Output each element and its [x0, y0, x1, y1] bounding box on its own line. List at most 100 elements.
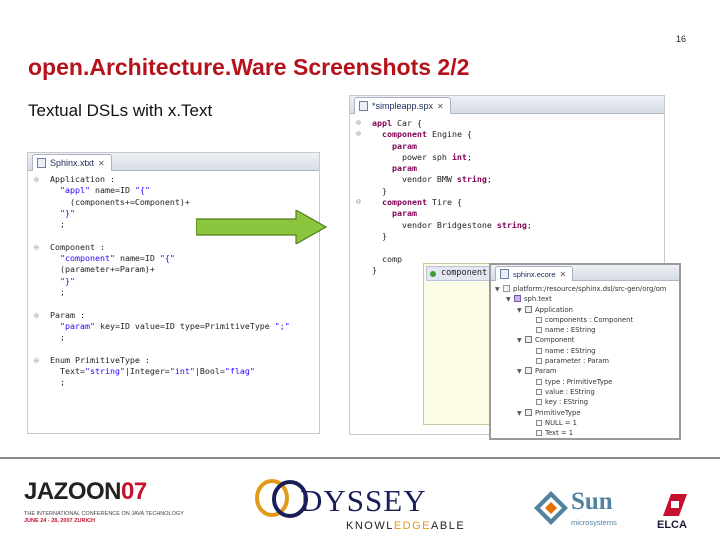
- tree-item[interactable]: components : Component: [491, 315, 679, 325]
- code-line[interactable]: component Engine {: [372, 129, 664, 140]
- fold-toggle-icon[interactable]: ⊖: [34, 242, 39, 253]
- tree-item-label: sph.text: [524, 295, 552, 304]
- odyssey-tagline-b: EDGE: [393, 520, 432, 532]
- tree-item-label: NULL = 1: [545, 418, 577, 427]
- elca-mark-icon: [663, 494, 687, 516]
- code-line[interactable]: param: [372, 163, 664, 174]
- tree-item[interactable]: ▼ PrimitiveType: [491, 408, 679, 418]
- tree-item[interactable]: ▼ sph.text: [491, 294, 679, 304]
- code-line[interactable]: "appl" name=ID "{": [50, 185, 319, 196]
- feat-node-icon: [536, 358, 542, 365]
- odyssey-tagline-c: ABLE: [431, 520, 466, 532]
- grammar-editor[interactable]: Sphinx.xtxt ✕ Application : ⊖ "appl" name…: [27, 152, 320, 434]
- tree-item[interactable]: ▼ platform:/resource/sphinx.dsl/src-gen/o…: [491, 284, 679, 294]
- tree-item-label: components : Component: [545, 315, 634, 324]
- tree-item[interactable]: parameter : Param: [491, 356, 679, 366]
- code-line[interactable]: power sph int;: [372, 152, 664, 163]
- tree-item-label: Component: [535, 336, 575, 345]
- tree-item[interactable]: ▼ Component: [491, 335, 679, 345]
- tree-item[interactable]: key : EString: [491, 397, 679, 407]
- completion-item[interactable]: component: [426, 266, 496, 281]
- code-line[interactable]: ;: [50, 287, 319, 298]
- fold-toggle-icon[interactable]: ⊖: [356, 196, 361, 207]
- code-line[interactable]: Enum PrimitiveType :: [50, 355, 319, 366]
- tree-item-label: value : EString: [545, 387, 595, 396]
- model-editor-tab-label: *simpleapp.spx: [372, 100, 434, 111]
- fold-toggle-icon[interactable]: ⊖: [34, 355, 39, 366]
- completion-item-label: component: [441, 268, 488, 278]
- sun-wordmark: Sun: [571, 488, 613, 515]
- code-line[interactable]: }: [372, 186, 664, 197]
- ecore-outline-panel[interactable]: sphinx.ecore ✕ ▼ platform:/resource/sphin…: [489, 263, 681, 440]
- code-line[interactable]: [50, 298, 319, 309]
- tree-item[interactable]: ▼ Param: [491, 366, 679, 376]
- fold-toggle-icon[interactable]: ⊖: [34, 174, 39, 185]
- tree-item[interactable]: NULL = 1: [491, 418, 679, 428]
- ecore-tab-label: sphinx.ecore: [513, 269, 556, 279]
- code-line[interactable]: "param" key=ID value=ID type=PrimitiveTy…: [50, 321, 319, 332]
- file-icon: [359, 101, 368, 111]
- odyssey-tagline-a: KNOWL: [346, 520, 394, 532]
- root-node-icon: [514, 295, 521, 303]
- code-line[interactable]: ;: [50, 377, 319, 388]
- code-line[interactable]: ;: [50, 332, 319, 343]
- code-line[interactable]: param: [372, 208, 664, 219]
- feat-node-icon: [536, 347, 542, 354]
- tree-item[interactable]: type : PrimitiveType: [491, 377, 679, 387]
- code-line[interactable]: [372, 242, 664, 253]
- rule-node-icon: [525, 305, 532, 313]
- code-line[interactable]: Application :: [50, 174, 319, 185]
- tree-item-label: name : EString: [545, 326, 596, 335]
- sun-logo: Sun microsystems: [533, 488, 628, 532]
- tree-item[interactable]: ▼ Application: [491, 305, 679, 315]
- code-line[interactable]: component Tire {: [372, 197, 664, 208]
- tree-item[interactable]: value : EString: [491, 387, 679, 397]
- ecore-tabbar: sphinx.ecore ✕: [491, 265, 679, 281]
- fold-toggle-icon[interactable]: ⊖: [356, 128, 361, 139]
- jazoon-word: JAZOON: [24, 478, 122, 505]
- jazoon-wordmark: JAZOON07: [24, 478, 147, 506]
- close-icon[interactable]: ✕: [98, 156, 105, 171]
- code-line[interactable]: [50, 343, 319, 354]
- code-line[interactable]: "}": [50, 276, 319, 287]
- tree-item[interactable]: name : EString: [491, 325, 679, 335]
- code-line[interactable]: }: [372, 231, 664, 242]
- tree-item[interactable]: name : EString: [491, 346, 679, 356]
- feat-node-icon: [536, 419, 542, 426]
- code-line[interactable]: (components+=Component)+: [50, 197, 319, 208]
- model-code[interactable]: appl Car { ⊖ component Engine { ⊖ param po…: [350, 114, 664, 276]
- grammar-editor-tab-label: Sphinx.xtxt: [50, 157, 95, 168]
- model-editor-tab[interactable]: *simpleapp.spx ✕: [354, 97, 451, 114]
- code-line[interactable]: (parameter+=Param)+: [50, 264, 319, 275]
- close-icon[interactable]: ✕: [560, 268, 567, 281]
- file-icon: [37, 158, 46, 168]
- feat-node-icon: [536, 327, 542, 334]
- code-line[interactable]: vendor BMW string;: [372, 174, 664, 185]
- fold-toggle-icon[interactable]: ⊖: [34, 310, 39, 321]
- elca-wordmark: ELCA: [657, 519, 687, 531]
- grammar-editor-tab[interactable]: Sphinx.xtxt ✕: [32, 154, 112, 171]
- ecore-tab[interactable]: sphinx.ecore ✕: [495, 266, 574, 281]
- tree-item[interactable]: Text = 1: [491, 428, 679, 438]
- jazoon-dates: JUNE 24 - 28, 2007 ZURICH: [24, 518, 95, 524]
- code-line[interactable]: "component" name=ID "{": [50, 253, 319, 264]
- code-line[interactable]: param: [372, 141, 664, 152]
- feat-node-icon: [536, 399, 542, 406]
- model-editor-tabbar: *simpleapp.spx ✕: [350, 96, 664, 114]
- code-line[interactable]: appl Car {: [372, 118, 664, 129]
- fold-toggle-icon[interactable]: ⊖: [356, 117, 361, 128]
- slide-subtitle: Textual DSLs with x.Text: [28, 101, 213, 120]
- tree-item-label: name : EString: [545, 346, 596, 355]
- sun-diamond-icon: [534, 491, 568, 525]
- grammar-code[interactable]: Application : ⊖ "appl" name=ID "{" (compo…: [28, 171, 319, 389]
- tree-item-label: key : EString: [545, 398, 589, 407]
- code-line[interactable]: Text="string"|Integer="int"|Bool="flag": [50, 366, 319, 377]
- ecore-tree[interactable]: ▼ platform:/resource/sphinx.dsl/src-gen/o…: [491, 281, 679, 438]
- code-line[interactable]: vendor Bridgestone string;: [372, 220, 664, 231]
- feat-node-icon: [536, 388, 542, 395]
- grammar-editor-tabbar: Sphinx.xtxt ✕: [28, 153, 319, 171]
- code-line[interactable]: Param :: [50, 310, 319, 321]
- rule-node-icon: [525, 408, 532, 416]
- odyssey-logo: DYSSEY KNOWLEDGEABLE: [252, 478, 467, 534]
- close-icon[interactable]: ✕: [437, 99, 444, 114]
